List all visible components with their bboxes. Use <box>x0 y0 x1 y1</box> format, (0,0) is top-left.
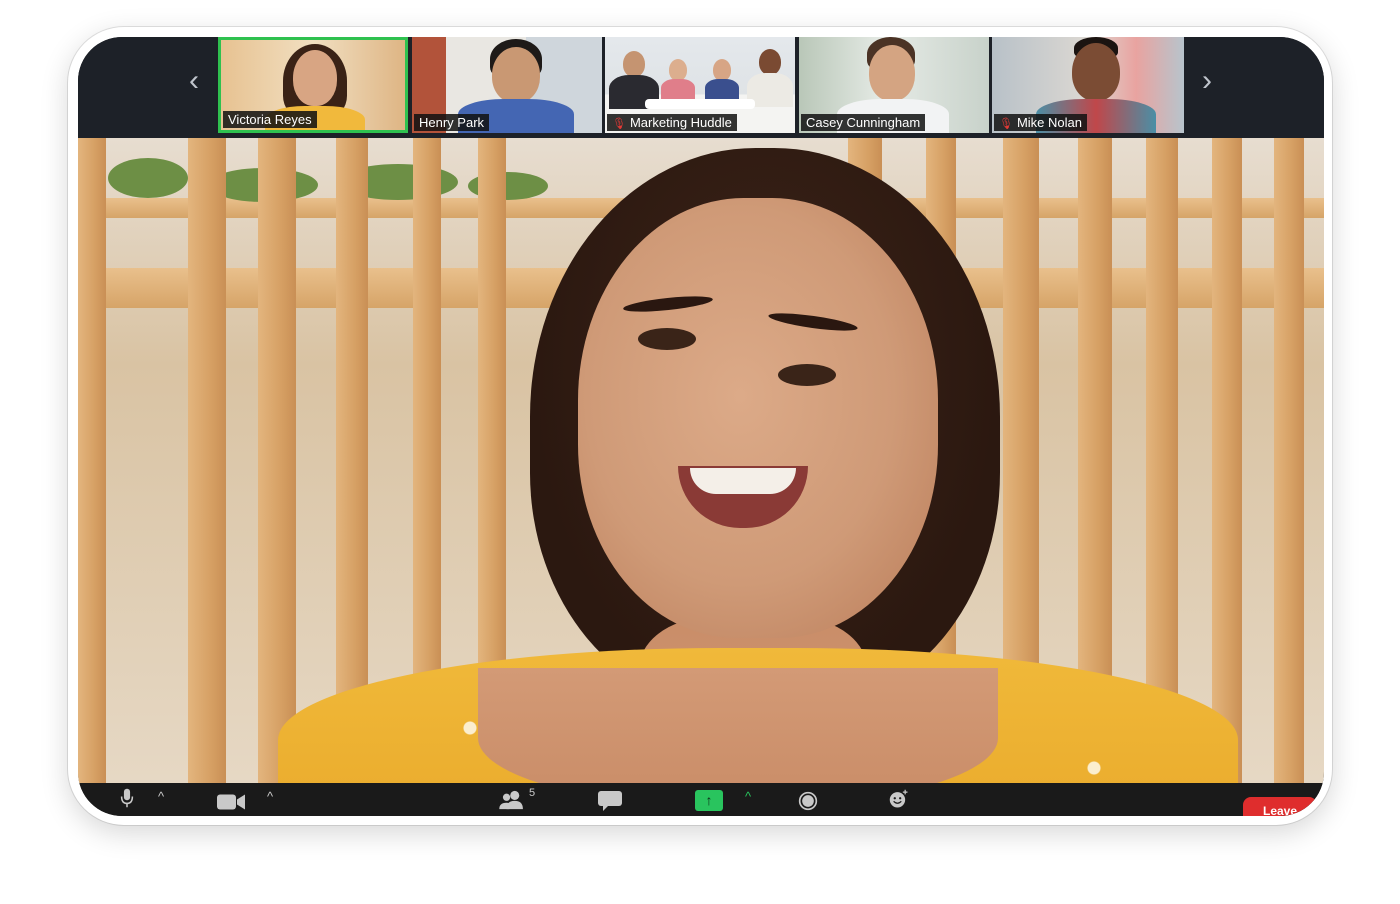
tile-face <box>492 47 540 103</box>
chat-icon[interactable] <box>598 791 622 811</box>
participant-tile-victoria-reyes[interactable]: Victoria Reyes <box>218 37 408 133</box>
reactions-emoji-icon[interactable] <box>886 789 912 809</box>
tile-torso <box>661 79 695 101</box>
strip-next-arrow-icon[interactable]: › <box>1193 63 1221 99</box>
active-speaker-video <box>78 138 1324 783</box>
background-slat <box>188 138 226 783</box>
tile-face <box>623 51 645 77</box>
share-screen-button[interactable]: ↑ <box>695 790 723 811</box>
participant-tile-henry-park[interactable]: Henry Park <box>412 37 602 133</box>
tile-face <box>1072 43 1120 101</box>
participant-name: Casey Cunningham <box>806 115 921 130</box>
participant-strip: ‹ Victoria Reyes Henry Park 🎙 Marketing … <box>78 37 1324 138</box>
participant-name-label: 🎙 Mike Nolan <box>994 114 1087 131</box>
participant-name-label: Victoria Reyes <box>223 111 317 128</box>
speaker-eye <box>638 328 696 350</box>
strip-prev-arrow-icon[interactable]: ‹ <box>180 63 208 99</box>
video-options-caret-icon[interactable]: ^ <box>267 789 273 804</box>
speaker-collar <box>478 668 998 783</box>
participants-count: 5 <box>529 787 536 799</box>
meeting-table <box>645 99 755 109</box>
background-plant <box>108 158 188 198</box>
tile-face <box>759 49 781 75</box>
meeting-window: ‹ Victoria Reyes Henry Park 🎙 Marketing … <box>78 37 1324 816</box>
participant-name: Henry Park <box>419 115 485 130</box>
participant-tile-mike-nolan[interactable]: 🎙 Mike Nolan <box>992 37 1184 133</box>
tile-face <box>669 59 687 81</box>
background-slat <box>258 138 296 783</box>
tile-face <box>869 45 915 101</box>
record-icon[interactable] <box>796 791 820 811</box>
participant-tile-casey-cunningham[interactable]: Casey Cunningham <box>799 37 989 133</box>
share-options-caret-icon[interactable]: ^ <box>745 789 751 804</box>
participant-name-label: Casey Cunningham <box>801 114 926 131</box>
video-camera-icon[interactable] <box>217 792 245 812</box>
participant-name-label: Henry Park <box>414 114 490 131</box>
participant-name: Mike Nolan <box>1016 115 1082 130</box>
share-arrow-icon: ↑ <box>705 792 713 808</box>
participants-icon[interactable] <box>498 790 526 810</box>
mic-muted-icon: 🎙 <box>999 118 1013 130</box>
tile-face <box>293 50 337 106</box>
background-slat <box>1212 138 1242 783</box>
leave-meeting-button[interactable]: Leave <box>1243 797 1317 816</box>
speaker-eye <box>778 364 836 386</box>
meeting-toolbar: ^ ^ 5 ↑ ^ Leave <box>78 783 1324 816</box>
participant-name-label: 🎙 Marketing Huddle <box>607 114 737 131</box>
tile-face <box>713 59 731 81</box>
participant-name: Victoria Reyes <box>228 112 312 127</box>
background-slat <box>78 138 106 783</box>
speaker-smile <box>690 468 796 494</box>
participant-name: Marketing Huddle <box>629 115 732 130</box>
participant-tile-marketing-huddle[interactable]: 🎙 Marketing Huddle <box>605 37 795 133</box>
microphone-icon[interactable] <box>118 788 136 808</box>
audio-options-caret-icon[interactable]: ^ <box>158 789 164 804</box>
background-slat <box>1274 138 1304 783</box>
tile-torso <box>705 79 739 101</box>
speaker-face <box>578 198 938 638</box>
mic-muted-icon: 🎙 <box>612 118 626 130</box>
